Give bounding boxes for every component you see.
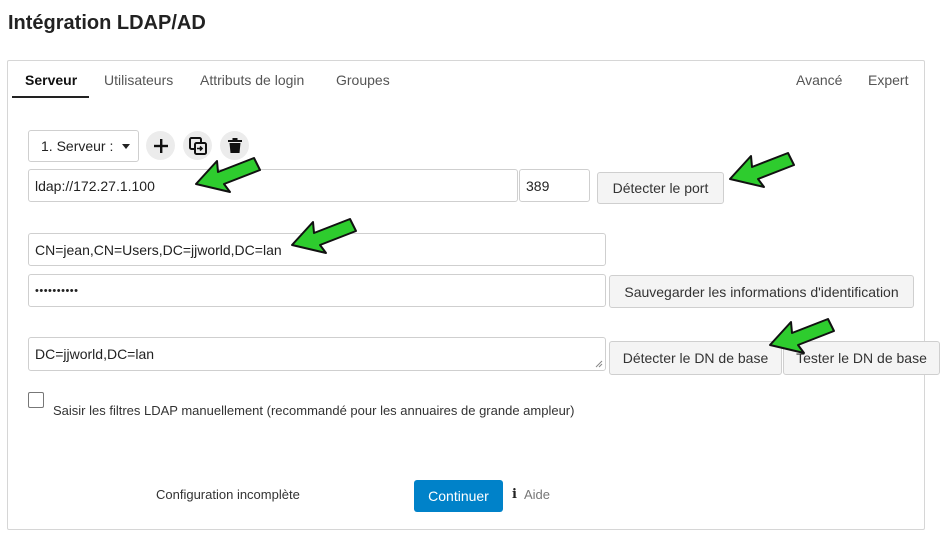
password-input[interactable]: ••••••••••: [28, 274, 606, 307]
green-arrow-detect-port: [729, 152, 795, 188]
tab-advanced[interactable]: Avancé: [796, 72, 842, 88]
save-credentials-button[interactable]: Sauvegarder les informations d'identific…: [609, 275, 914, 308]
active-tab-indicator: [12, 96, 89, 98]
tab-expert[interactable]: Expert: [868, 72, 908, 88]
server-select[interactable]: 1. Serveur :: [28, 130, 139, 162]
resize-handle-icon[interactable]: [595, 360, 603, 368]
base-dn-textarea-value: DC=jjworld,DC=lan: [35, 346, 155, 362]
user-dn-input-value: CN=jean,CN=Users,DC=jjworld,DC=lan: [35, 241, 282, 258]
host-input[interactable]: ldap://172.27.1.100: [28, 169, 518, 202]
password-input-value: ••••••••••: [35, 284, 79, 297]
tab-login-attributes[interactable]: Attributs de login: [200, 72, 304, 88]
manual-filter-checkbox[interactable]: [28, 392, 44, 408]
detect-port-button[interactable]: Détecter le port: [597, 172, 724, 204]
configuration-status: Configuration incomplète: [156, 487, 300, 502]
manual-filter-label: Saisir les filtres LDAP manuellement (re…: [53, 403, 575, 418]
add-server-button[interactable]: [146, 131, 175, 160]
port-input-value: 389: [526, 177, 550, 194]
tab-users[interactable]: Utilisateurs: [104, 72, 173, 88]
tab-server[interactable]: Serveur: [25, 72, 77, 88]
green-arrow-host: [195, 157, 261, 193]
server-select-value: 1. Serveur :: [41, 138, 114, 154]
info-icon: i: [512, 487, 517, 502]
port-input[interactable]: 389: [519, 169, 590, 202]
base-dn-textarea[interactable]: DC=jjworld,DC=lan: [28, 337, 606, 371]
continue-button[interactable]: Continuer: [414, 480, 503, 512]
help-link[interactable]: i Aide: [512, 487, 550, 502]
green-arrow-detect-base-dn: [769, 318, 835, 354]
tab-groups[interactable]: Groupes: [336, 72, 390, 88]
green-arrow-user-dn: [291, 218, 357, 254]
detect-base-dn-button[interactable]: Détecter le DN de base: [609, 341, 782, 375]
page-title: Intégration LDAP/AD: [8, 12, 206, 34]
caret-down-icon: [122, 144, 130, 149]
plus-icon: [153, 138, 168, 153]
host-input-value: ldap://172.27.1.100: [35, 177, 155, 194]
help-link-label: Aide: [523, 487, 550, 502]
trash-icon: [227, 138, 242, 153]
